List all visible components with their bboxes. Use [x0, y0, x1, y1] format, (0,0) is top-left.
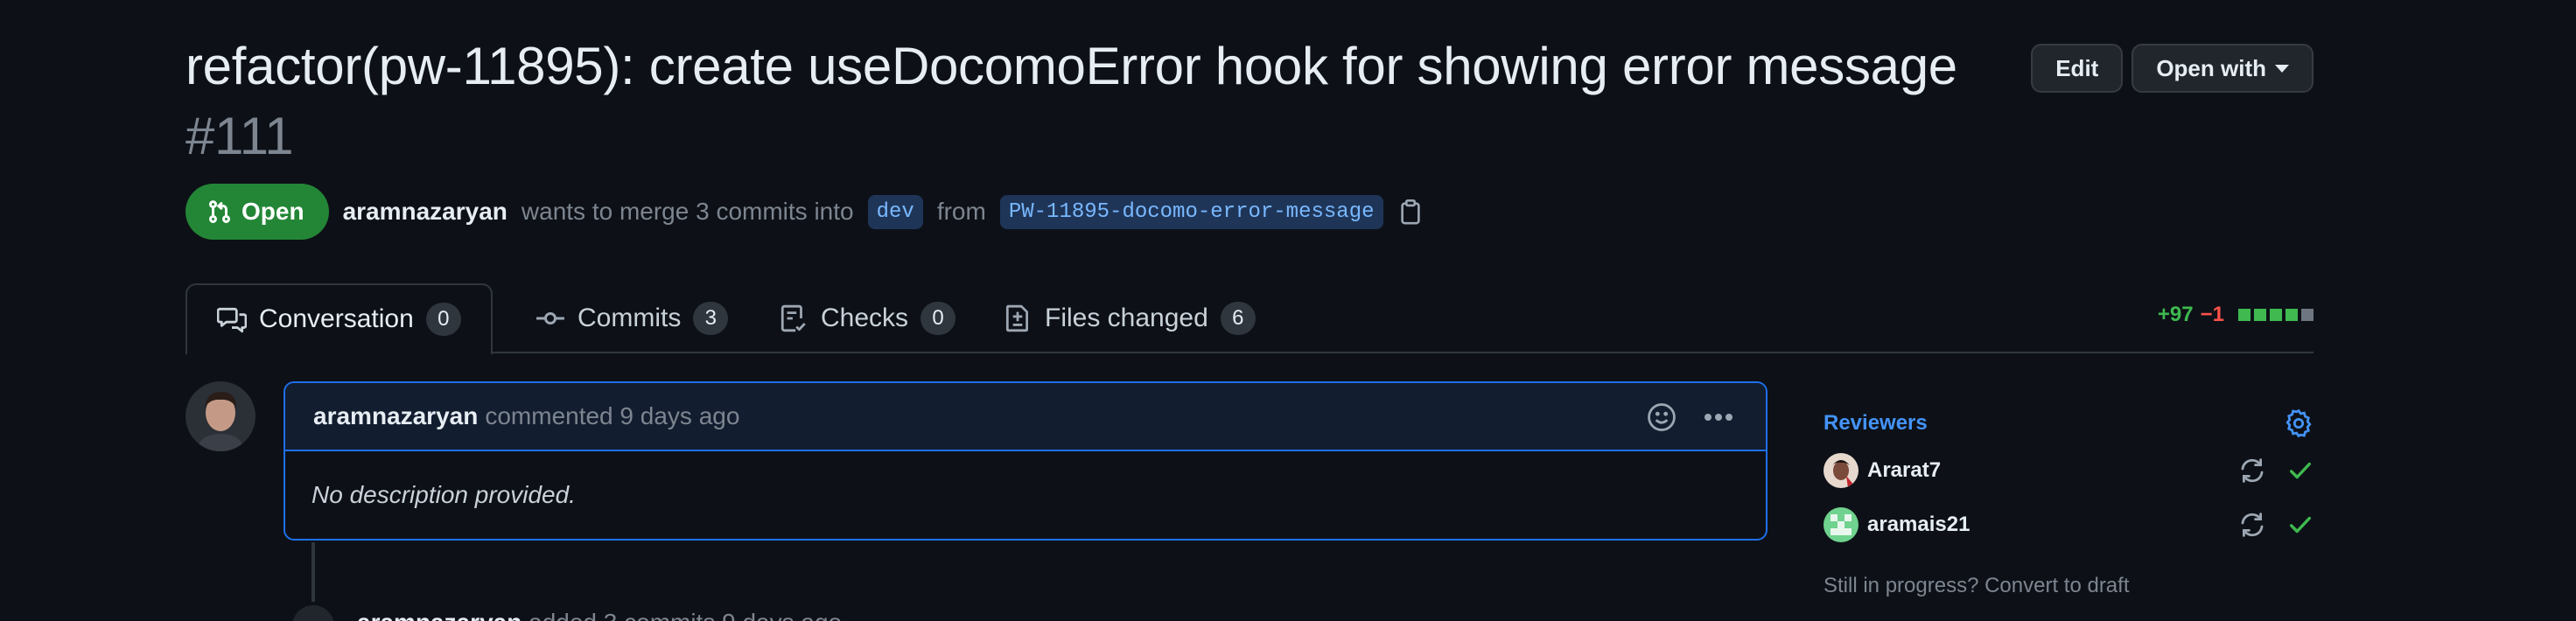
git-commit-icon [536, 311, 564, 325]
open-with-label: Open with [2156, 54, 2266, 81]
pr-tabs: Conversation 0 Commits 3 Checks 0 Files … [186, 283, 2314, 355]
pr-state-badge: Open [186, 184, 329, 240]
convert-to-draft-link[interactable]: Still in progress? Convert to draft [1824, 574, 2314, 598]
timeline-commit-badge [289, 602, 338, 621]
check-icon [2290, 516, 2311, 534]
comment-body: No description provided. [312, 481, 576, 508]
pr-state-label: Open [242, 198, 304, 225]
diffstat-blocks [2238, 309, 2314, 321]
pr-meta: Open aramnazaryan wants to merge 3 commi… [186, 184, 1424, 240]
timeline-event: aramnazaryan added 3 commits 9 days ago [357, 609, 842, 621]
reviewer-name[interactable]: Ararat7 [1867, 458, 2238, 483]
comment-discussion-icon [217, 307, 247, 333]
edit-button[interactable]: Edit [2031, 44, 2124, 93]
tab-commits-count: 3 [693, 302, 729, 335]
comment-timestamp[interactable]: commented 9 days ago [485, 402, 739, 430]
comment-author-link[interactable]: aramnazaryan [313, 402, 478, 430]
kebab-horizontal-icon[interactable] [1703, 411, 1734, 423]
diffstat-additions: +97 [2157, 303, 2194, 326]
timeline-event-text: added 3 commits 9 days ago [528, 609, 842, 621]
pr-number: #111 [186, 107, 294, 165]
diffstat-deletions: −1 [2200, 303, 2224, 326]
diffstat-block [2254, 309, 2266, 321]
base-branch[interactable]: dev [867, 194, 923, 229]
reviewer-name[interactable]: aramais21 [1867, 513, 2238, 537]
gear-icon[interactable] [2284, 408, 2314, 438]
tab-checks-count: 0 [920, 302, 956, 335]
sync-icon[interactable] [2238, 511, 2266, 539]
diffstat: +97 −1 [2158, 303, 2314, 327]
smiley-icon[interactable] [1647, 402, 1676, 432]
comment-actions [1647, 402, 1734, 432]
tab-conversation[interactable]: Conversation 0 [186, 283, 493, 355]
tab-checks-label: Checks [821, 304, 909, 332]
diffstat-block [2286, 309, 2298, 321]
edit-button-label: Edit [2055, 54, 2099, 81]
pr-title: refactor(pw-11895): create useDocomoErro… [186, 31, 2023, 171]
reviewer-status [2238, 457, 2314, 485]
reviewers-title[interactable]: Reviewers [1824, 411, 1928, 436]
pr-title-text: refactor(pw-11895): create useDocomoErro… [186, 37, 1957, 95]
author-avatar[interactable] [186, 381, 256, 451]
pr-header: refactor(pw-11895): create useDocomoErro… [186, 31, 2314, 171]
copy-icon[interactable] [1397, 198, 1424, 226]
check-icon [2290, 462, 2311, 479]
tab-files-changed-label: Files changed [1045, 304, 1208, 332]
tab-files-changed[interactable]: Files changed 6 [973, 283, 1285, 353]
reviewer-row: aramais21 [1824, 499, 2314, 551]
tab-commits[interactable]: Commits 3 [506, 283, 758, 353]
avatar-image [186, 381, 256, 451]
comment-box: aramnazaryan commented 9 days ago No des… [284, 381, 1768, 541]
sync-icon[interactable] [2238, 457, 2266, 485]
pr-author-link[interactable]: aramnazaryan [343, 198, 508, 226]
diffstat-block [2238, 309, 2250, 321]
sidebar: Reviewers Ararat7 aramais21 Still in pro… [1824, 404, 2314, 598]
tab-conversation-count: 0 [425, 303, 461, 336]
file-diff-icon [1005, 304, 1029, 332]
open-with-button[interactable]: Open with [2132, 44, 2314, 93]
tab-conversation-label: Conversation [259, 304, 414, 333]
reviewer-avatar-image [1824, 453, 1858, 488]
comment-header: aramnazaryan commented 9 days ago [285, 383, 1766, 451]
timeline-author-link[interactable]: aramnazaryan [357, 609, 522, 621]
head-branch[interactable]: PW-11895-docomo-error-message [999, 194, 1383, 229]
reviewer-avatar[interactable] [1824, 453, 1858, 488]
tab-commits-label: Commits [578, 304, 682, 332]
reviewer-avatar-image [1824, 507, 1858, 542]
reviewer-avatar[interactable] [1824, 507, 1858, 542]
tab-checks[interactable]: Checks 0 [749, 283, 985, 353]
from-text: from [936, 198, 986, 225]
merge-text: wants to merge 3 commits into [521, 198, 854, 225]
git-pull-request-icon [209, 200, 230, 223]
reviewers-header: Reviewers [1824, 404, 2314, 443]
tab-files-changed-count: 6 [1220, 302, 1256, 335]
checklist-icon [780, 304, 806, 332]
diffstat-block [2301, 309, 2314, 321]
diffstat-block [2270, 309, 2282, 321]
caret-down-icon [2275, 64, 2289, 73]
header-actions: Edit Open with [2031, 44, 2314, 93]
reviewer-status [2238, 511, 2314, 539]
reviewer-row: Ararat7 [1824, 444, 2314, 497]
